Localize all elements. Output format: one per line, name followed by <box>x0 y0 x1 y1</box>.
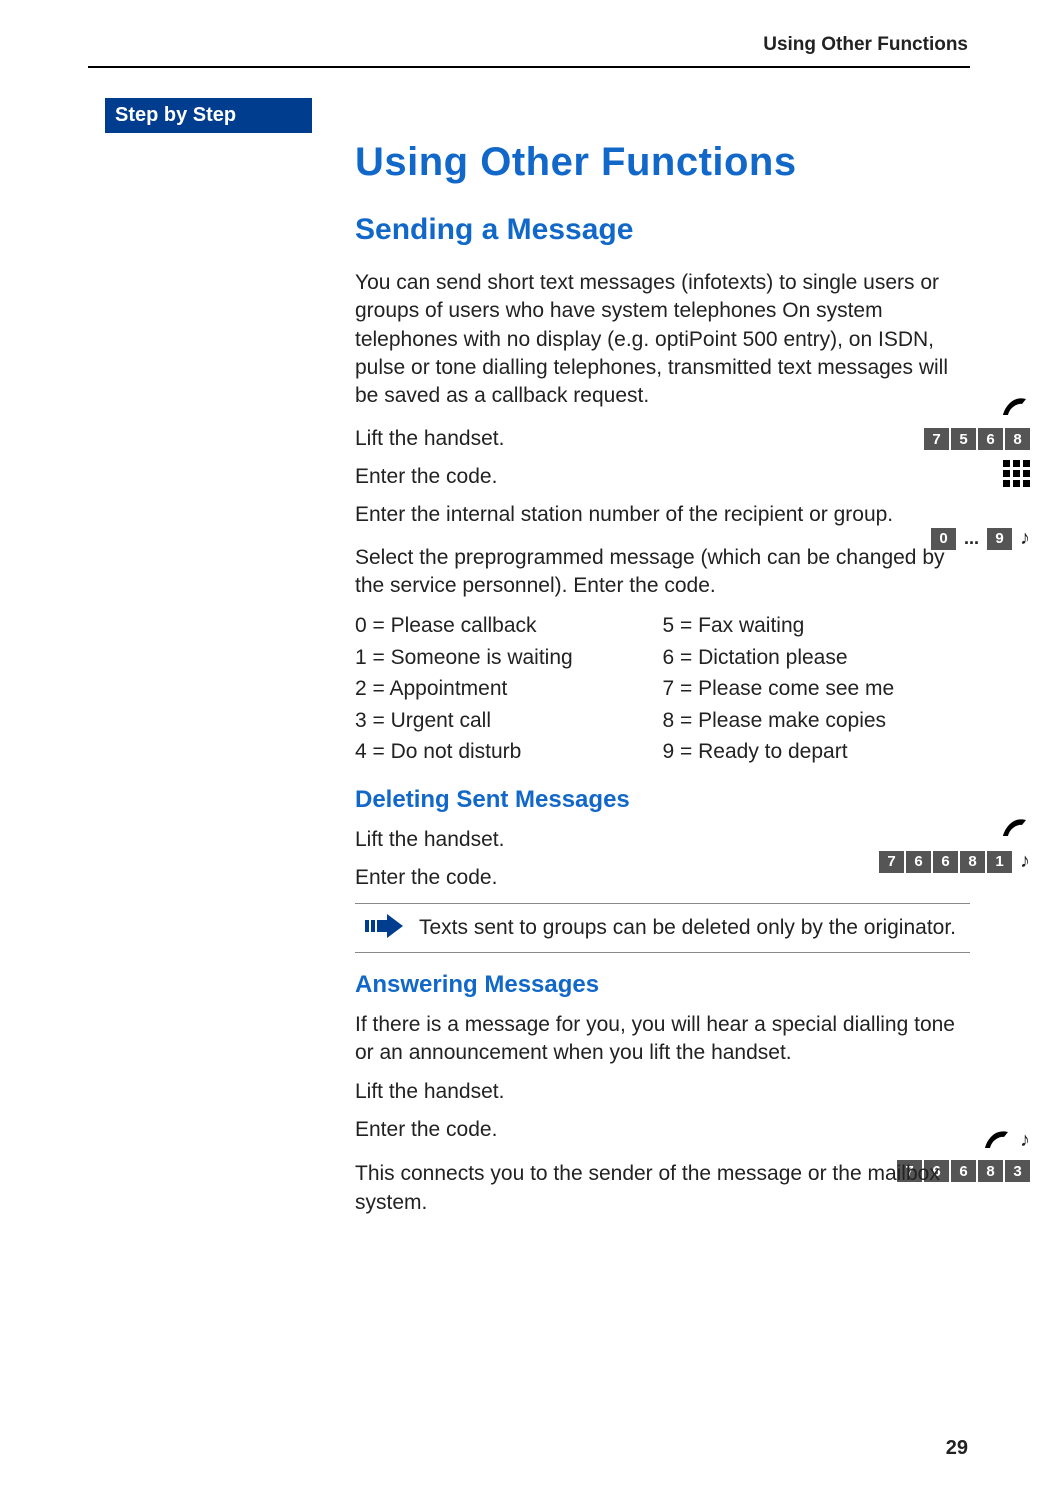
message-option: 5 = Fax waiting <box>663 610 971 642</box>
key-digit: 3 <box>1005 1160 1030 1182</box>
sidebar-title: Step by Step <box>105 98 312 133</box>
message-option: 1 = Someone is waiting <box>355 642 663 674</box>
key-digit: 8 <box>978 1160 1003 1182</box>
step-lift: Lift the handset. <box>355 425 970 453</box>
message-option: 9 = Ready to depart <box>663 736 971 768</box>
header-rule <box>88 66 970 68</box>
message-option: 8 = Please make copies <box>663 705 971 737</box>
message-option: 0 = Please callback <box>355 610 663 642</box>
step-lift: Lift the handset. <box>355 1078 970 1106</box>
answering-h3: Answering Messages <box>355 971 970 999</box>
message-option: 6 = Dictation please <box>663 642 971 674</box>
arrow-icon <box>365 914 403 938</box>
message-option: 2 = Appointment <box>355 673 663 705</box>
answering-intro: If there is a message for you, you will … <box>355 1011 970 1068</box>
note-box: Texts sent to groups can be deleted only… <box>355 903 970 953</box>
step-lift: Lift the handset. <box>355 826 970 854</box>
key-digit: 8 <box>1005 428 1030 450</box>
music-note-icon: ♪ <box>1020 527 1030 550</box>
message-option: 3 = Urgent call <box>355 705 663 737</box>
step-code: Enter the code. <box>355 463 970 491</box>
step-select: Select the preprogrammed message (which … <box>355 544 970 601</box>
page-number: 29 <box>946 1437 968 1460</box>
page-h1: Using Other Functions <box>355 140 970 185</box>
messages-left-col: 0 = Please callback 1 = Someone is waiti… <box>355 610 663 768</box>
music-note-icon: ♪ <box>1020 1129 1030 1152</box>
step-code: Enter the code. <box>355 864 970 892</box>
message-option: 4 = Do not disturb <box>355 736 663 768</box>
messages-right-col: 5 = Fax waiting 6 = Dictation please 7 =… <box>663 610 971 768</box>
step-code: Enter the code. <box>355 1116 970 1144</box>
deleting-h3: Deleting Sent Messages <box>355 786 970 814</box>
key-digit: 6 <box>978 428 1003 450</box>
step-station: Enter the internal station number of the… <box>355 501 970 529</box>
header-section-label: Using Other Functions <box>763 34 968 56</box>
music-note-icon: ♪ <box>1020 850 1030 873</box>
key-digit: 9 <box>987 528 1012 550</box>
key-digit: 1 <box>987 851 1012 873</box>
sending-h2: Sending a Message <box>355 213 970 247</box>
note-text: Texts sent to groups can be deleted only… <box>419 914 956 942</box>
message-option: 7 = Please come see me <box>663 673 971 705</box>
answering-outro: This connects you to the sender of the m… <box>355 1160 970 1217</box>
sending-intro: You can send short text messages (infote… <box>355 269 970 411</box>
